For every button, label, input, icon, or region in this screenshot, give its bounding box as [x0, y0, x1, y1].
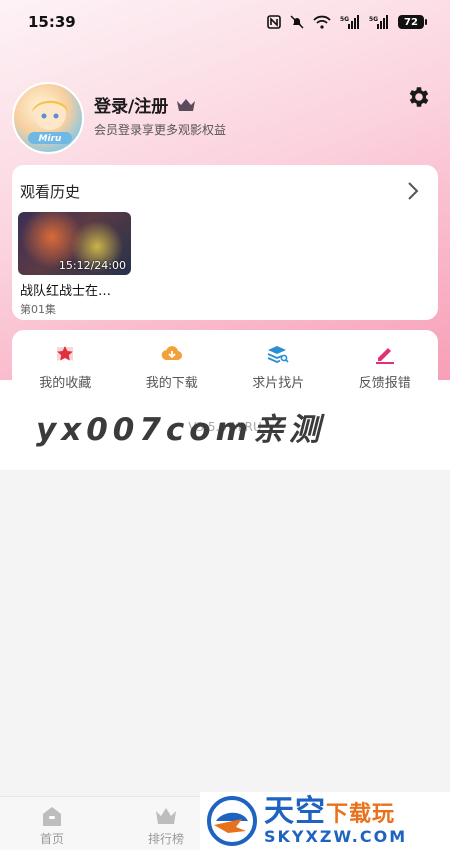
- signal-icon: 5G: [340, 15, 360, 29]
- feedback-button[interactable]: 反馈报错: [335, 342, 435, 391]
- request-video-label: 求片找片: [252, 375, 305, 391]
- wifi-icon: [313, 15, 331, 29]
- history-title: 观看历史: [20, 183, 81, 201]
- brand-text: 天空下载玩 SKYXZW.COM: [264, 797, 407, 845]
- brand-en: SKYXZW.COM: [264, 827, 408, 846]
- svg-text:5G: 5G: [369, 16, 378, 23]
- brand-cn: 天空下载玩: [264, 797, 407, 827]
- chevron-right-icon[interactable]: [406, 181, 420, 201]
- quick-actions-card: 我的收藏 我的下载 求片找片 反馈报错: [12, 330, 438, 402]
- downloads-label: 我的下载: [145, 375, 198, 391]
- svg-text:5G: 5G: [340, 16, 349, 23]
- nav-ranking[interactable]: 排行榜: [148, 805, 184, 847]
- brand-cn-accent: 下载玩: [326, 802, 396, 827]
- avatar[interactable]: Miru: [12, 82, 84, 154]
- nfc-icon: [267, 15, 281, 29]
- mute-icon: [290, 15, 304, 29]
- history-item-episode: 第01集: [20, 303, 56, 316]
- search-stack-icon: [267, 345, 289, 363]
- status-bar: 15:39 5G 5G 72: [0, 0, 450, 44]
- nav-home-label: 首页: [40, 832, 65, 846]
- signal-icon-2: 5G: [369, 15, 389, 29]
- nav-ranking-label: 排行榜: [148, 832, 185, 846]
- feedback-label: 反馈报错: [358, 375, 411, 391]
- history-item-title[interactable]: 战队红战士在…: [20, 280, 111, 299]
- downloads-button[interactable]: 我的下载: [122, 342, 222, 391]
- favorites-button[interactable]: 我的收藏: [15, 342, 115, 391]
- watermark-text: yx007com亲测: [36, 412, 325, 448]
- brand-watermark: 天空下载玩 SKYXZW.COM: [200, 792, 450, 850]
- nav-home[interactable]: 首页: [40, 805, 64, 847]
- crown-icon: [177, 98, 196, 111]
- favorites-label: 我的收藏: [39, 375, 92, 391]
- gear-icon[interactable]: [406, 84, 432, 110]
- svg-text:Miru: Miru: [39, 134, 62, 144]
- username-label: 登录/注册: [94, 97, 169, 117]
- edit-icon: [375, 347, 394, 364]
- star-icon: [57, 345, 74, 361]
- history-thumbnail[interactable]: 15:12/24:00: [18, 212, 131, 275]
- watch-history-card: 观看历史 15:12/24:00 战队红战士在… 第01集: [12, 165, 438, 320]
- brand-cn-main: 天空: [264, 794, 326, 829]
- crown-nav-icon: [156, 808, 176, 824]
- status-time: 15:39: [28, 13, 76, 31]
- request-video-button[interactable]: 求片找片: [228, 342, 328, 391]
- login-register-link[interactable]: 登录/注册: [94, 92, 196, 117]
- history-progress-time: 15:12/24:00: [58, 259, 126, 272]
- battery-indicator: 72: [398, 15, 427, 29]
- download-icon: [161, 345, 182, 360]
- member-subtitle: 会员登录享更多观影权益: [94, 123, 227, 137]
- brand-logo-icon: [207, 796, 257, 846]
- home-icon: [43, 807, 61, 826]
- status-icons: 5G 5G 72: [267, 15, 427, 29]
